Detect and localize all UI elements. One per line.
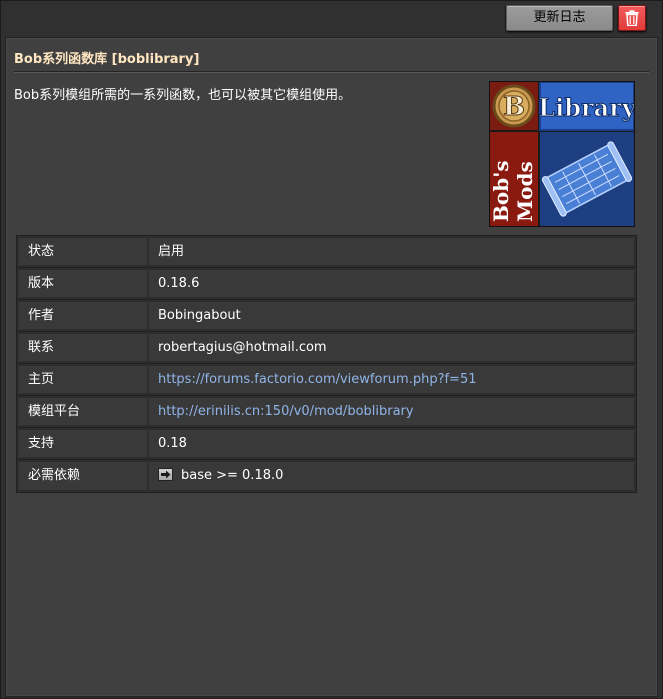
library-text: Library xyxy=(538,93,634,122)
info-value-supported-version: 0.18 xyxy=(149,430,634,457)
info-key: 模组平台 xyxy=(19,398,147,425)
badge-letter: B xyxy=(503,92,525,122)
dependency-text: base >= 0.18.0 xyxy=(181,468,284,483)
info-key: 主页 xyxy=(19,366,147,393)
info-row-dependencies: 必需依赖 base >= 0.18.0 xyxy=(17,460,636,492)
top-toolbar: 更新日志 xyxy=(1,1,662,36)
info-value-contact: robertagius@hotmail.com xyxy=(149,334,634,361)
mod-portal-link[interactable]: http://erinilis.cn:150/v0/mod/boblibrary xyxy=(149,398,634,425)
info-row-supported-version: 支持 0.18 xyxy=(17,428,636,460)
homepage-link[interactable]: https://forums.factorio.com/viewforum.ph… xyxy=(149,366,634,393)
mod-title: Bob系列函数库 [boblibrary] xyxy=(14,52,200,67)
info-value-status: 启用 xyxy=(149,238,634,265)
dependency-item: base >= 0.18.0 xyxy=(149,462,634,490)
mod-description: Bob系列模组所需的一系列函数，也可以被其它模组使用。 xyxy=(14,88,352,103)
arrow-right-icon xyxy=(158,468,173,481)
info-row-homepage: 主页 https://forums.factorio.com/viewforum… xyxy=(17,364,636,396)
info-value-version: 0.18.6 xyxy=(149,270,634,297)
trash-icon xyxy=(625,10,639,26)
info-key: 支持 xyxy=(19,430,147,457)
mod-info-window: 更新日志 Bob系列函数库 [boblibrary] Bob系列模组所需的一系列… xyxy=(0,0,663,699)
mod-thumbnail: B Library Bob's Mods xyxy=(489,81,635,227)
info-key: 作者 xyxy=(19,302,147,329)
mod-details-panel: Bob系列函数库 [boblibrary] Bob系列模组所需的一系列函数，也可… xyxy=(5,37,658,697)
info-key: 状态 xyxy=(19,238,147,265)
info-key: 联系 xyxy=(19,334,147,361)
bobs-text: Bob's xyxy=(490,160,513,222)
info-value-author: Bobingabout xyxy=(149,302,634,329)
delete-button[interactable] xyxy=(618,5,646,31)
title-divider xyxy=(14,71,649,72)
info-row-author: 作者 Bobingabout xyxy=(17,300,636,332)
info-row-status: 状态 启用 xyxy=(17,236,636,268)
mods-text: Mods xyxy=(513,161,537,222)
changelog-button[interactable]: 更新日志 xyxy=(506,5,613,31)
info-row-mod-portal: 模组平台 http://erinilis.cn:150/v0/mod/bobli… xyxy=(17,396,636,428)
info-key: 必需依赖 xyxy=(19,462,147,490)
info-row-version: 版本 0.18.6 xyxy=(17,268,636,300)
info-key: 版本 xyxy=(19,270,147,297)
mod-info-table: 状态 启用 版本 0.18.6 作者 Bobingabout 联系 robert… xyxy=(16,235,637,493)
info-row-contact: 联系 robertagius@hotmail.com xyxy=(17,332,636,364)
